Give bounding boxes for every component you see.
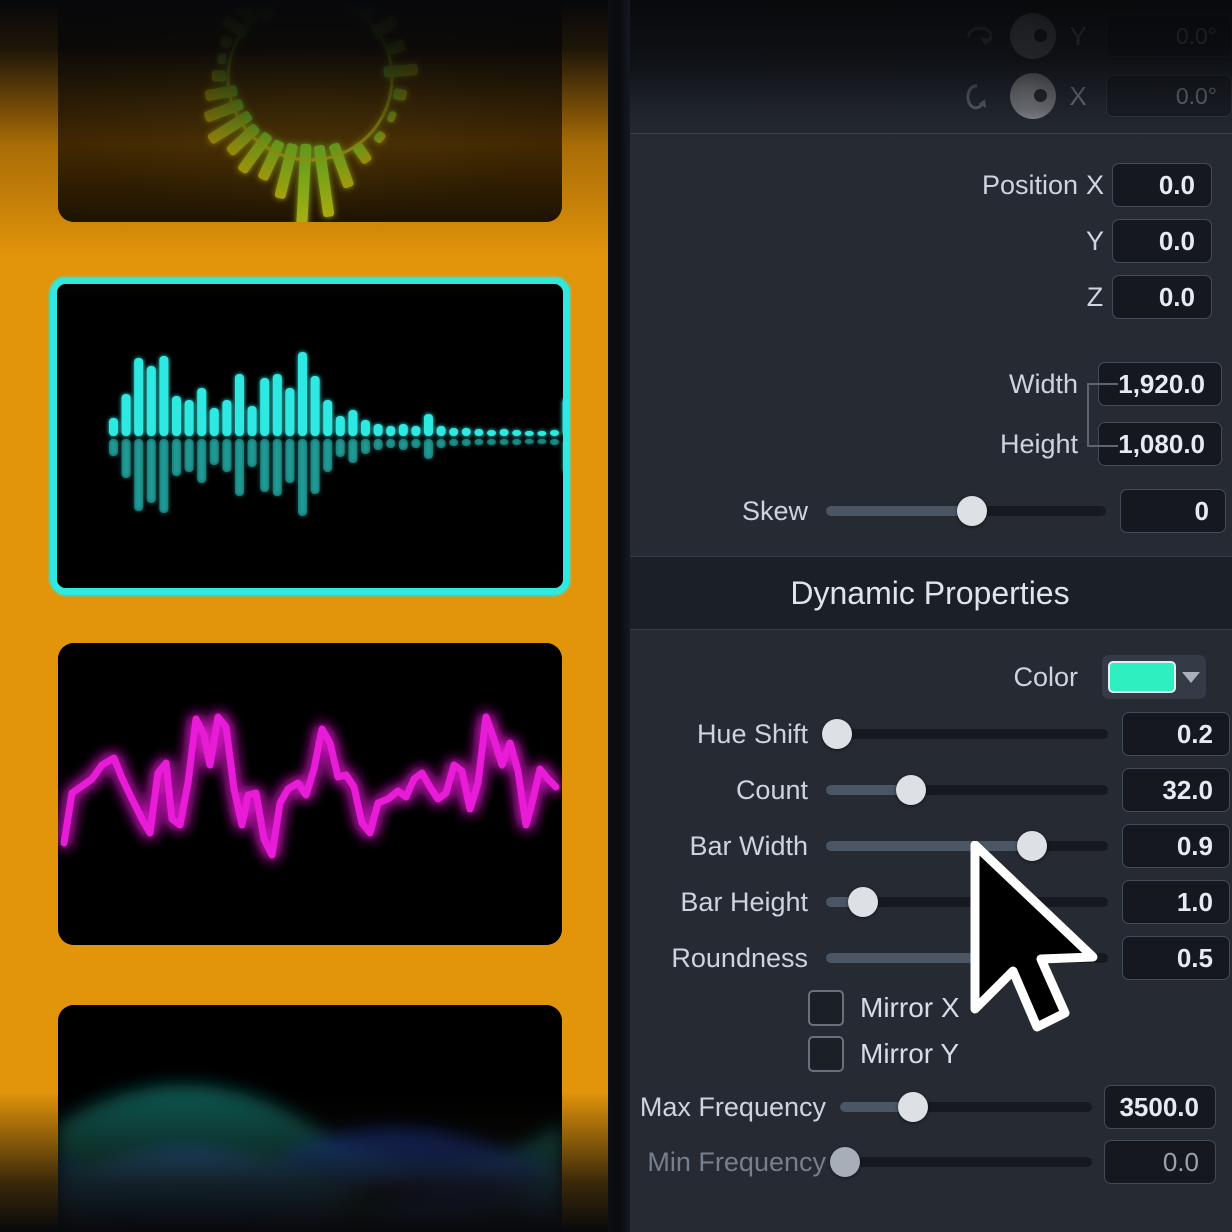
position-axis-z: Z xyxy=(1086,281,1104,312)
min-frequency-slider[interactable] xyxy=(830,1147,1092,1177)
position-row-z[interactable]: Z 0.0 xyxy=(628,275,1232,319)
dynamic-properties-header: Dynamic Properties xyxy=(628,556,1232,630)
preset-card-wave-bands[interactable] xyxy=(58,1005,562,1232)
skew-value[interactable]: 0 xyxy=(1120,489,1226,533)
roundness-slider[interactable] xyxy=(826,943,1108,973)
count-row[interactable]: Count 32.0 xyxy=(628,768,1232,812)
mirror-y-checkbox[interactable] xyxy=(808,1036,844,1072)
position-row-x[interactable]: Position X 0.0 xyxy=(628,163,1232,207)
preset-list[interactable] xyxy=(0,0,620,1232)
rotate-cw-icon xyxy=(958,21,1004,51)
color-picker[interactable] xyxy=(1102,655,1206,699)
rotate-vertical-icon xyxy=(958,80,1004,112)
roundness-value[interactable]: 0.5 xyxy=(1122,936,1230,980)
rotation-knob-x[interactable] xyxy=(1010,73,1056,119)
width-value[interactable]: 1,920.0 xyxy=(1098,362,1222,406)
neon-waveform-visualizer xyxy=(58,643,562,945)
radial-bars-visualizer xyxy=(58,0,562,222)
visualizer-editor-window: Y 0.0° X 0.0° Position X 0.0 Y 0.0 Z 0.0… xyxy=(0,0,1232,1232)
skew-row[interactable]: Skew 0 xyxy=(628,489,1232,533)
hue-shift-value[interactable]: 0.2 xyxy=(1122,712,1230,756)
roundness-label: Roundness xyxy=(671,942,808,973)
max-frequency-row[interactable]: Max Frequency 3500.0 xyxy=(628,1085,1232,1129)
panel-divider xyxy=(608,0,630,1232)
preset-card-bars-selected[interactable] xyxy=(50,277,570,595)
position-axis-y: Y xyxy=(1085,225,1104,256)
position-value-z[interactable]: 0.0 xyxy=(1112,275,1212,319)
width-row[interactable]: Width 1,920.0 xyxy=(628,362,1232,406)
rotation-value-y[interactable]: 0.0° xyxy=(1106,15,1232,57)
wave-bands-visualizer xyxy=(58,1005,562,1232)
rotation-row-x[interactable]: X 0.0° xyxy=(628,66,1232,126)
chevron-down-icon[interactable] xyxy=(1182,671,1200,683)
color-row[interactable]: Color xyxy=(628,655,1232,699)
hue-shift-row[interactable]: Hue Shift 0.2 xyxy=(628,712,1232,756)
rotation-knob-y[interactable] xyxy=(1010,13,1056,59)
hue-shift-slider[interactable] xyxy=(822,719,1108,749)
preset-card-radial[interactable] xyxy=(58,0,562,222)
bar-height-label: Bar Height xyxy=(680,886,808,917)
bar-height-value[interactable]: 1.0 xyxy=(1122,880,1230,924)
bar-height-slider[interactable] xyxy=(826,887,1108,917)
preset-sidebar xyxy=(0,0,620,1232)
preset-card-waveform[interactable] xyxy=(58,643,562,945)
mirrored-bars-visualizer xyxy=(57,284,563,588)
max-frequency-label: Max Frequency xyxy=(639,1091,826,1122)
bar-width-row[interactable]: Bar Width 0.9 xyxy=(628,824,1232,868)
bar-width-slider[interactable] xyxy=(826,831,1108,861)
mirror-x-checkbox[interactable] xyxy=(808,990,844,1026)
min-frequency-label: Min Frequency xyxy=(647,1146,826,1177)
min-frequency-row[interactable]: Min Frequency 0.0 xyxy=(628,1140,1232,1184)
rotation-axis-label-y: Y xyxy=(1069,20,1087,51)
min-frequency-value[interactable]: 0.0 xyxy=(1104,1140,1216,1184)
bar-width-label: Bar Width xyxy=(689,830,808,861)
bar-height-row[interactable]: Bar Height 1.0 xyxy=(628,880,1232,924)
width-label: Width xyxy=(1008,368,1078,399)
position-value-y[interactable]: 0.0 xyxy=(1112,219,1212,263)
count-value[interactable]: 32.0 xyxy=(1122,768,1230,812)
max-frequency-slider[interactable] xyxy=(840,1092,1092,1122)
section-divider xyxy=(628,133,1232,134)
rotation-value-x[interactable]: 0.0° xyxy=(1106,75,1232,117)
roundness-row[interactable]: Roundness 0.5 xyxy=(628,936,1232,980)
position-value-x[interactable]: 0.0 xyxy=(1112,163,1212,207)
properties-panel: Y 0.0° X 0.0° Position X 0.0 Y 0.0 Z 0.0… xyxy=(628,0,1232,1232)
position-label: Position xyxy=(981,169,1078,200)
hue-shift-label: Hue Shift xyxy=(696,718,808,749)
dynamic-properties-title: Dynamic Properties xyxy=(790,574,1070,611)
count-label: Count xyxy=(735,774,808,805)
max-frequency-value[interactable]: 3500.0 xyxy=(1104,1085,1216,1129)
position-axis-x: X xyxy=(1085,169,1104,200)
mirror-x-label: Mirror X xyxy=(860,992,960,1023)
height-label: Height xyxy=(999,428,1078,459)
bar-width-value[interactable]: 0.9 xyxy=(1122,824,1230,868)
rotation-row-y[interactable]: Y 0.0° xyxy=(628,6,1232,66)
mirror-y-label: Mirror Y xyxy=(860,1038,960,1069)
height-row[interactable]: Height 1,080.0 xyxy=(628,422,1232,466)
rotation-axis-label-x: X xyxy=(1069,80,1087,111)
height-value[interactable]: 1,080.0 xyxy=(1098,422,1222,466)
color-label: Color xyxy=(1013,661,1078,692)
skew-label: Skew xyxy=(741,495,808,526)
count-slider[interactable] xyxy=(826,775,1108,805)
mirror-y-checkbox-row[interactable]: Mirror Y xyxy=(808,1036,959,1072)
position-row-y[interactable]: Y 0.0 xyxy=(628,219,1232,263)
color-swatch[interactable] xyxy=(1108,661,1176,693)
skew-slider[interactable] xyxy=(826,496,1106,526)
mirror-x-checkbox-row[interactable]: Mirror X xyxy=(808,990,960,1026)
